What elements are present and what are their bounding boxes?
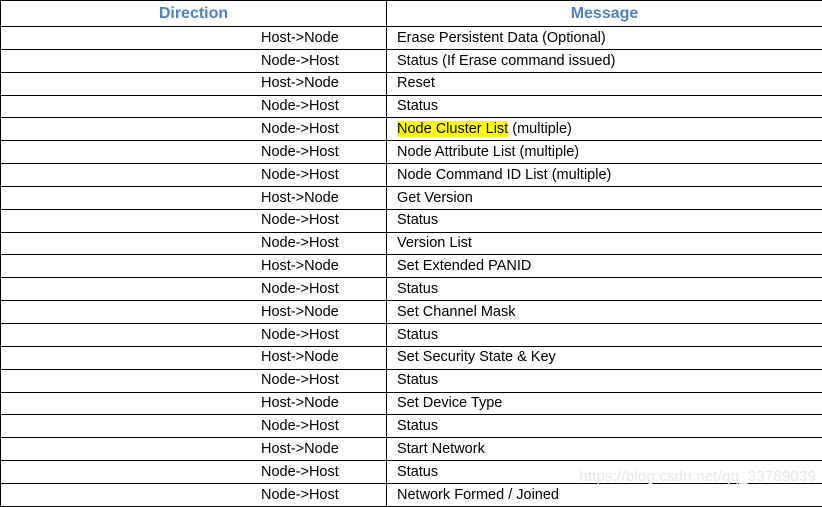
cell-direction: Node->Host <box>0 163 387 187</box>
cell-message: Status (If Erase command issued) <box>386 48 822 73</box>
table-row: Node->Host Status <box>0 208 822 233</box>
cell-direction: Node->Host <box>0 277 387 302</box>
table-row: Node->Host Status <box>0 277 822 302</box>
table-body: Host->Node Erase Persistent Data (Optiona… <box>0 26 822 507</box>
table-row: Node->Host Node Attribute List (multiple) <box>0 140 822 165</box>
table-row: Node->Host Status <box>0 368 822 393</box>
cell-direction: Host->Node <box>0 345 387 370</box>
cell-direction: Host->Node <box>0 437 387 462</box>
table-row: Host->Node Set Device Type <box>0 391 822 416</box>
cell-direction: Node->Host <box>0 414 387 439</box>
cell-message: Status <box>386 94 822 119</box>
table-row: Node->Host Node Command ID List (multiple… <box>0 163 822 187</box>
cell-message: Node Cluster List (multiple) <box>386 117 822 142</box>
table-row: Node->Host Status (If Erase command issue… <box>0 48 822 73</box>
cell-message: Status <box>386 322 822 347</box>
table-row: Host->Node Set Channel Mask <box>0 300 822 324</box>
cell-message: Set Security State & Key <box>386 345 822 370</box>
table-row: Node->Host Status <box>0 94 822 119</box>
cell-message: Network Formed / Joined <box>386 482 822 507</box>
column-header-message: Message <box>386 0 822 27</box>
cell-direction: Node->Host <box>0 460 387 484</box>
message-suffix-text: (multiple) <box>508 121 572 138</box>
cell-message: Reset <box>386 71 822 96</box>
cell-message: Node Attribute List (multiple) <box>386 140 822 165</box>
table-row: Node->Host Status <box>0 322 822 347</box>
table-header: Direction Message <box>0 0 822 27</box>
cell-message: Status <box>386 368 822 393</box>
cell-direction: Node->Host <box>0 208 387 233</box>
table-row: Host->Node Reset <box>0 71 822 96</box>
cell-direction: Node->Host <box>0 117 387 142</box>
table-row: Host->Node Set Security State & Key <box>0 345 822 370</box>
cell-message: Node Command ID List (multiple) <box>386 163 822 187</box>
cell-message: Status <box>386 208 822 233</box>
table-row: Node->Host Status <box>0 414 822 439</box>
cell-message: Set Extended PANID <box>386 254 822 279</box>
cell-direction: Node->Host <box>0 322 387 347</box>
cell-message: Erase Persistent Data (Optional) <box>386 26 822 50</box>
table-row: Node->Host Status <box>0 460 822 484</box>
cell-message: Status <box>386 414 822 439</box>
cell-direction: Node->Host <box>0 482 387 507</box>
cell-message: Set Channel Mask <box>386 300 822 324</box>
cell-direction: Host->Node <box>0 185 387 210</box>
cell-direction: Host->Node <box>0 71 387 96</box>
cell-message: Get Version <box>386 185 822 210</box>
cell-direction: Host->Node <box>0 254 387 279</box>
table-row: Node->Host Node Cluster List (multiple) <box>0 117 822 142</box>
table-row: Host->Node Erase Persistent Data (Optiona… <box>0 26 822 50</box>
table-row: Host->Node Get Version <box>0 185 822 210</box>
cell-message: Set Device Type <box>386 391 822 416</box>
cell-direction: Node->Host <box>0 48 387 73</box>
message-sequence-table: Direction Message Host->Node Erase Persis… <box>0 0 822 507</box>
cell-direction: Node->Host <box>0 368 387 393</box>
cell-direction: Host->Node <box>0 300 387 324</box>
cell-direction: Node->Host <box>0 94 387 119</box>
cell-message: Start Network <box>386 437 822 462</box>
table-header-row: Direction Message <box>0 0 822 27</box>
cell-message: Status <box>386 460 822 484</box>
column-header-direction: Direction <box>0 0 387 27</box>
table-row: Node->Host Network Formed / Joined <box>0 482 822 507</box>
cell-direction: Host->Node <box>0 26 387 50</box>
cell-direction: Host->Node <box>0 391 387 416</box>
table-row: Node->Host Version List <box>0 231 822 256</box>
cell-direction: Node->Host <box>0 140 387 165</box>
cell-message: Version List <box>386 231 822 256</box>
table-row: Host->Node Start Network <box>0 437 822 462</box>
table-row: Host->Node Set Extended PANID <box>0 254 822 279</box>
cell-message: Status <box>386 277 822 302</box>
highlighted-text: Node Cluster List <box>397 121 509 138</box>
cell-direction: Node->Host <box>0 231 387 256</box>
